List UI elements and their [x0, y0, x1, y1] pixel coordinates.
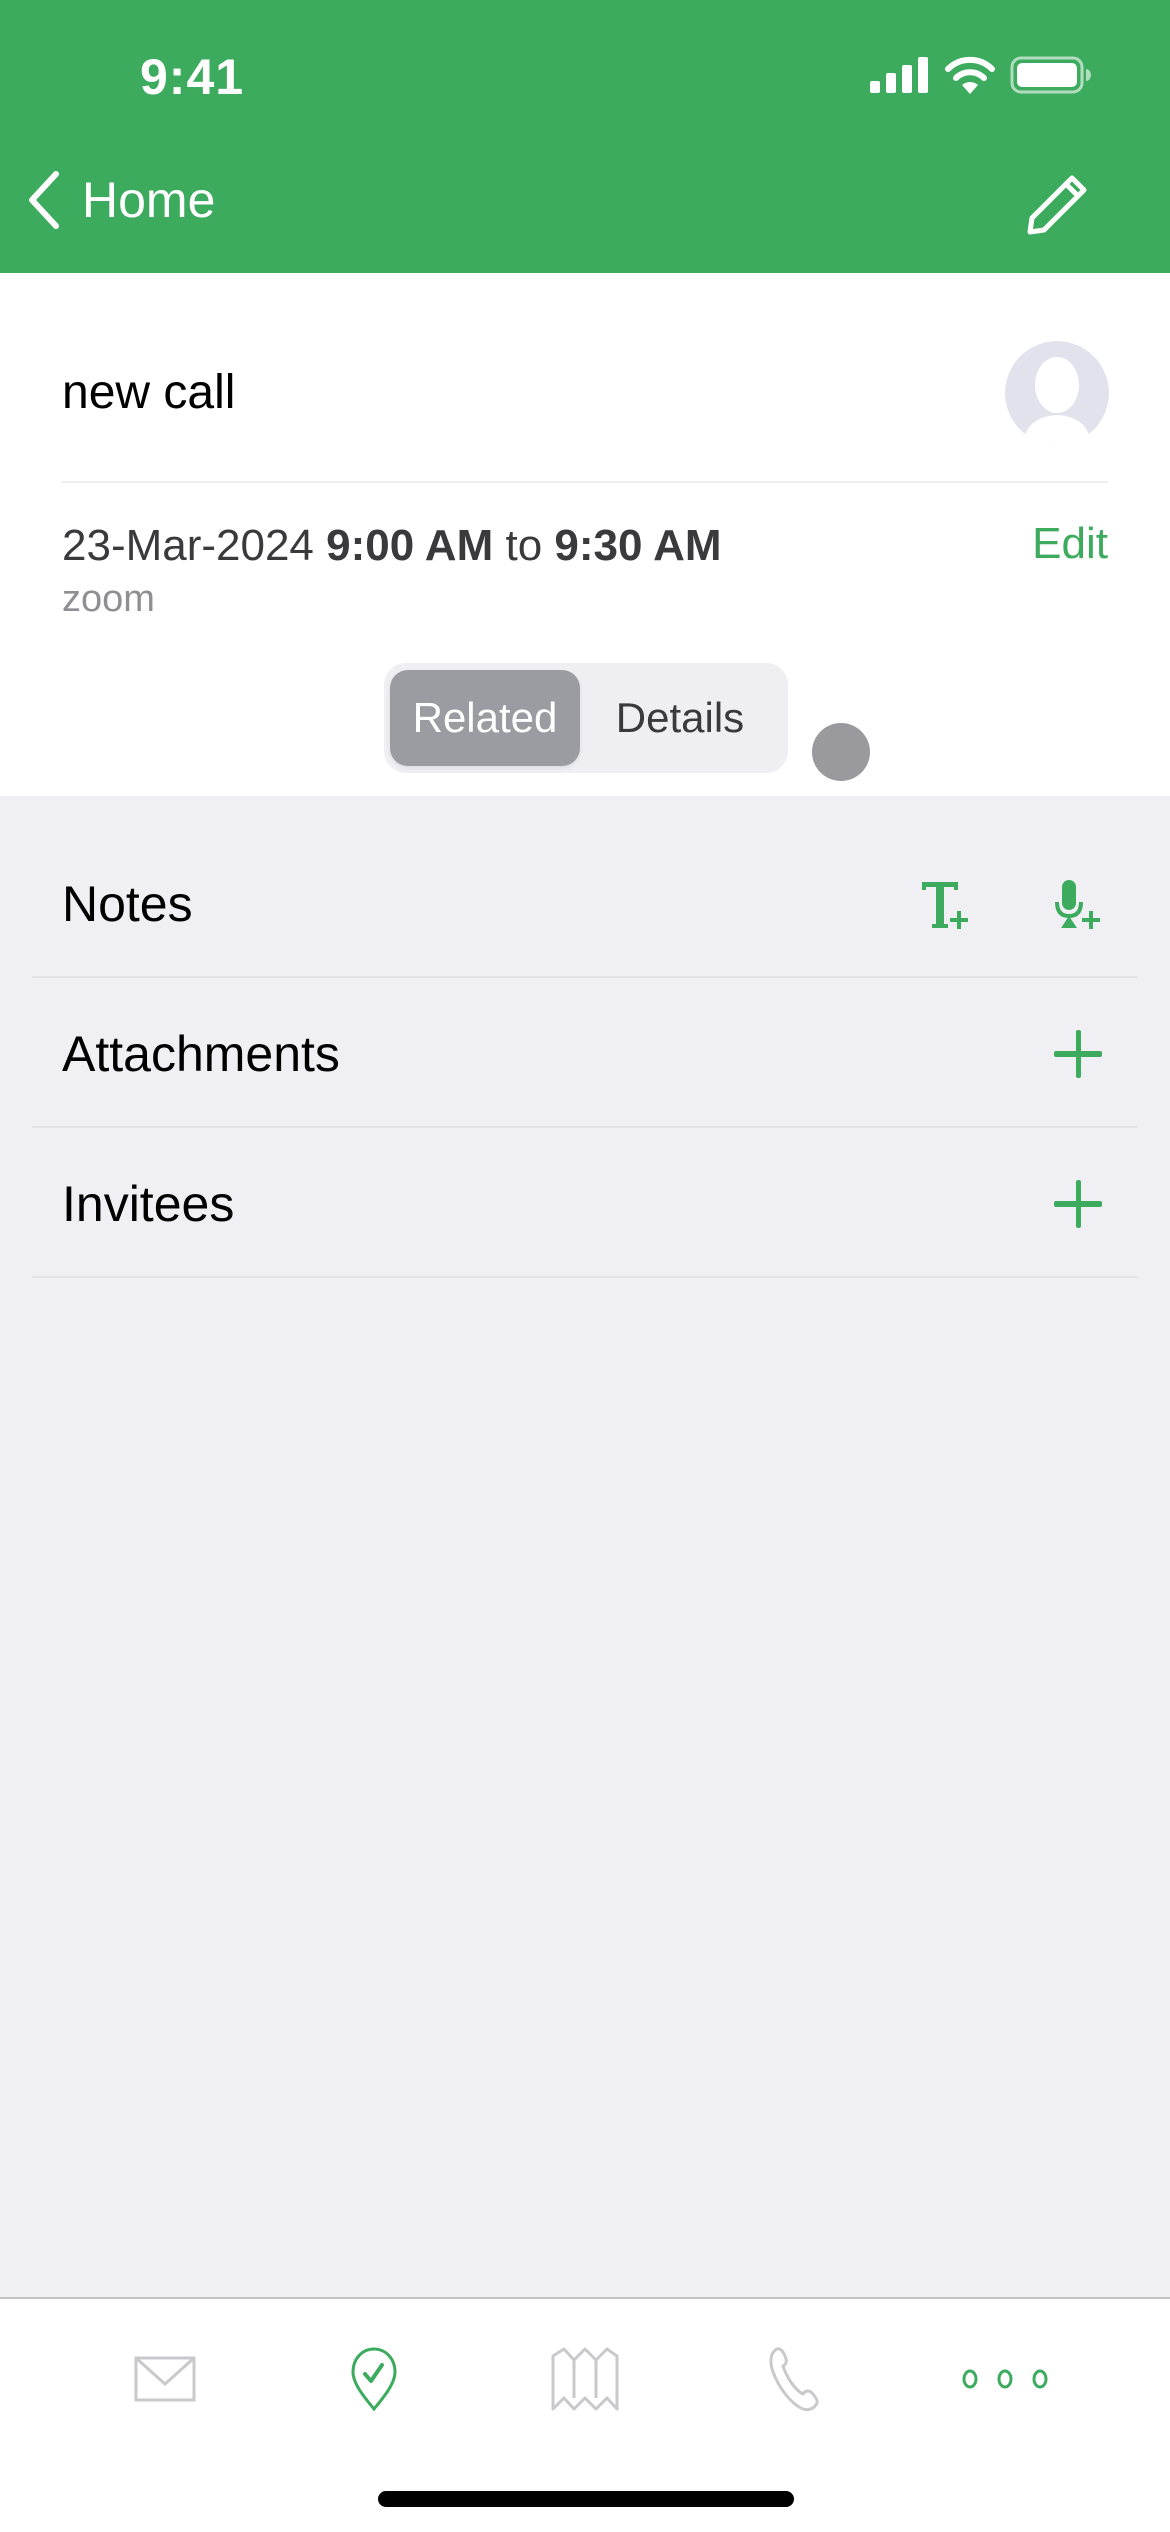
phone-icon: [769, 2347, 819, 2412]
add-invitee-button[interactable]: [1052, 1178, 1104, 1230]
section-attachments: Attachments: [32, 978, 1138, 1128]
add-voice-note-icon: [1055, 880, 1100, 929]
add-text-note-button[interactable]: [920, 878, 972, 930]
event-end-time: 9:30 AM: [554, 521, 722, 570]
section-label: Attachments: [62, 1026, 340, 1082]
tab-more[interactable]: [955, 2339, 1055, 2419]
record-card: new call 23-Mar-2024 9:00 AM to 9:30 AM …: [0, 273, 1170, 796]
back-button[interactable]: Home: [24, 170, 215, 230]
section-label: Invitees: [62, 1176, 235, 1232]
touch-indicator: [812, 723, 870, 781]
segmented-control: Related Details: [384, 663, 788, 773]
status-icons: [870, 56, 1092, 94]
event-datetime: 23-Mar-2024 9:00 AM to 9:30 AM: [62, 521, 722, 571]
add-attachment-button[interactable]: [1052, 1028, 1104, 1080]
more-icon: [962, 2369, 1048, 2389]
wifi-icon: [945, 56, 995, 94]
event-start-time: 9:00 AM: [326, 521, 494, 570]
time-separator: to: [505, 521, 543, 570]
record-title: new call: [62, 366, 236, 419]
battery-icon: [1010, 56, 1091, 94]
avatar[interactable]: [1005, 341, 1109, 445]
home-indicator[interactable]: [378, 2491, 794, 2507]
plus-icon: [1054, 1030, 1102, 1078]
section-actions: [920, 878, 1104, 930]
segment-details[interactable]: Details: [580, 670, 780, 766]
user-placeholder-icon: [1005, 341, 1109, 445]
section-label: Notes: [62, 876, 193, 932]
nav-header: 9:41 Home: [0, 0, 1170, 273]
tab-map[interactable]: [535, 2339, 635, 2419]
location-check-icon: [351, 2347, 397, 2412]
section-actions: [1052, 1028, 1104, 1080]
map-icon: [551, 2347, 619, 2411]
divider: [62, 481, 1108, 483]
tab-checkin[interactable]: [324, 2339, 424, 2419]
cellular-signal-icon: [870, 57, 928, 93]
status-time: 9:41: [140, 49, 245, 105]
section-notes: Notes: [32, 828, 1138, 978]
segment-related[interactable]: Related: [390, 670, 580, 766]
mail-icon: [134, 2356, 196, 2402]
edit-record-button[interactable]: [1024, 172, 1090, 243]
edit-datetime-link[interactable]: Edit: [1032, 519, 1108, 569]
pencil-icon: [1027, 175, 1087, 235]
plus-icon: [1054, 1180, 1102, 1228]
section-actions: [1052, 1178, 1104, 1230]
event-location: zoom: [62, 578, 155, 620]
back-label: Home: [82, 172, 216, 228]
chevron-left-icon: [29, 171, 59, 229]
event-date: 23-Mar-2024: [62, 521, 314, 570]
add-voice-note-button[interactable]: [1052, 878, 1104, 930]
tab-phone[interactable]: [745, 2339, 845, 2419]
add-text-note-icon: [922, 882, 968, 929]
section-invitees: Invitees: [32, 1128, 1138, 1278]
tab-mail[interactable]: [115, 2339, 215, 2419]
